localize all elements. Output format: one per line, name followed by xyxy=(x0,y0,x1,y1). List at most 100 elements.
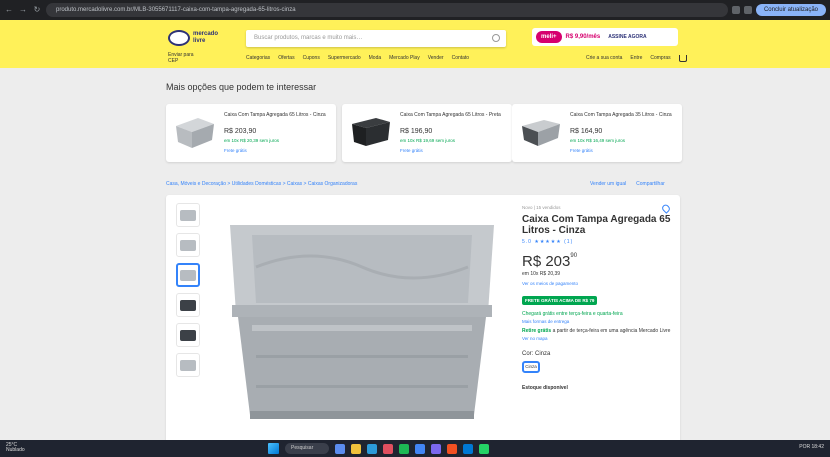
breadcrumb[interactable]: Casa, Móveis e Decoração > Utilidades Do… xyxy=(166,181,357,187)
logo[interactable]: mercado livre xyxy=(168,28,228,48)
weather-widget[interactable]: 25°C Nublado xyxy=(6,443,25,453)
office-icon[interactable] xyxy=(447,443,457,454)
thumbnail-gallery xyxy=(176,203,200,383)
price-integer: R$ 203 xyxy=(522,253,571,270)
related-shipping: Frete grátis xyxy=(570,148,593,153)
related-installments: em 10x R$ 19,69 sem juros xyxy=(400,138,456,143)
browser-toolbar: ← → ↻ produto.mercadolivre.com.br/MLB-30… xyxy=(0,0,830,20)
site-header: mercado livre Buscar produtos, marcas e … xyxy=(0,20,830,68)
address-bar[interactable]: produto.mercadolivre.com.br/MLB-30556711… xyxy=(46,3,728,17)
stock-status: Estoque disponível xyxy=(522,385,568,391)
gallery-thumb[interactable] xyxy=(176,203,200,227)
nav-vender[interactable]: Vender xyxy=(428,55,444,61)
related-title-text: Caixa Com Tampa Agregada 65 Litros - Pre… xyxy=(400,112,501,118)
product-thumbnail xyxy=(352,118,390,146)
product-panel: Novo | 15 vendidos Caixa Com Tampa Agreg… xyxy=(166,195,680,457)
gallery-thumb-selected[interactable] xyxy=(176,263,200,287)
taskbar-search[interactable]: Pesquisar xyxy=(285,443,329,454)
share-links: Vender um igual Compartilhar xyxy=(590,181,665,187)
promo-cta: ASSINE AGORA xyxy=(608,34,647,40)
logo-line1: mercado xyxy=(193,31,219,37)
color-option[interactable]: Cinza xyxy=(522,361,540,373)
system-tray[interactable]: POR 18:42 xyxy=(799,444,824,450)
taskbar: 25°C Nublado Pesquisar POR 18:42 xyxy=(0,440,830,457)
product-info: Novo | 15 vendidos Caixa Com Tampa Agreg… xyxy=(522,203,672,391)
meli-plus-banner[interactable]: meli+ R$ 9,90/mês ASSINE AGORA xyxy=(532,28,678,46)
promo-badge: meli+ xyxy=(536,31,562,43)
product-thumbnail xyxy=(522,120,560,146)
sell-similar-link[interactable]: Vender um igual xyxy=(590,181,626,187)
related-installments: em 10x R$ 16,49 sem juros xyxy=(570,138,626,143)
extension-icon[interactable] xyxy=(731,6,740,14)
price-cents: 90 xyxy=(570,253,578,259)
nav-ofertas[interactable]: Ofertas xyxy=(278,55,294,61)
search-placeholder: Buscar produtos, marcas e muito mais… xyxy=(254,35,363,41)
purchases-link[interactable]: Compras xyxy=(650,55,670,62)
chrome-icon[interactable] xyxy=(415,443,425,454)
gallery-thumb[interactable] xyxy=(176,293,200,317)
cep-selector[interactable]: Enviar para CEP xyxy=(168,52,194,64)
outlook-icon[interactable] xyxy=(463,443,473,454)
product-price: R$ 20390 xyxy=(522,253,672,270)
teams-icon[interactable] xyxy=(431,443,441,454)
category-nav: Categorias Ofertas Cupons Supermercado M… xyxy=(246,55,469,61)
login-link[interactable]: Entre xyxy=(630,55,642,62)
free-shipping-text: Chegará grátis entre terça-feira e quart… xyxy=(522,311,623,317)
nav-moda[interactable]: Moda xyxy=(369,55,382,61)
gallery-thumb[interactable] xyxy=(176,233,200,257)
forward-icon[interactable]: → xyxy=(18,5,28,15)
windows-start-icon[interactable] xyxy=(268,443,279,454)
spotify-icon[interactable] xyxy=(399,443,409,454)
pickup-detail: a partir de terça-feira em uma agência M… xyxy=(551,328,671,334)
search-input[interactable]: Buscar produtos, marcas e muito mais… xyxy=(246,30,506,47)
file-explorer-icon[interactable] xyxy=(351,443,361,454)
product-rating[interactable]: 5.0 ★★★★★ (1) xyxy=(522,239,672,245)
reload-icon[interactable]: ↻ xyxy=(32,5,42,15)
nav-cupons[interactable]: Cupons xyxy=(303,55,320,61)
product-condition: Novo | 15 vendidos xyxy=(522,205,561,210)
promo-price: R$ 9,90/mês xyxy=(565,34,601,40)
pickup-label: Retire grátis xyxy=(522,328,552,334)
share-link[interactable]: Compartilhar xyxy=(636,181,665,187)
logo-line2: livre xyxy=(193,38,206,44)
weather-desc: Nublado xyxy=(6,447,25,453)
related-price: R$ 203,90 xyxy=(224,128,257,135)
user-nav: Crie a sua conta Entre Compras xyxy=(586,55,687,62)
cart-icon[interactable] xyxy=(678,55,687,62)
task-view-icon[interactable] xyxy=(335,443,345,454)
shipping-badge: FRETE GRÁTIS ACIMA DE R$ 79 xyxy=(522,296,598,305)
back-icon[interactable]: ← xyxy=(4,5,14,15)
edge-icon[interactable] xyxy=(367,443,377,454)
nav-contato[interactable]: Contato xyxy=(452,55,470,61)
gallery-thumb[interactable] xyxy=(176,353,200,377)
map-link[interactable]: Ver no mapa xyxy=(522,336,672,341)
related-card[interactable]: Caixa Com Tampa Agregada 65 Litros - Pre… xyxy=(342,104,512,162)
product-title: Caixa Com Tampa Agregada 65 Litros - Cin… xyxy=(522,214,671,236)
payment-methods-link[interactable]: Ver os meios de pagamento xyxy=(522,281,672,286)
related-installments: em 10x R$ 20,39 sem juros xyxy=(224,138,280,143)
related-price: R$ 196,90 xyxy=(400,128,433,135)
nav-categorias[interactable]: Categorias xyxy=(246,55,270,61)
color-label: Cor: Cinza xyxy=(522,351,551,357)
product-installments: em 10x R$ 20,39 xyxy=(522,271,561,277)
nav-supermercado[interactable]: Supermercado xyxy=(328,55,361,61)
related-card[interactable]: Caixa Com Tampa Agregada 35 Litros - Cin… xyxy=(512,104,682,162)
shipping-options-link[interactable]: Mais formas de entrega xyxy=(522,319,672,324)
store-icon[interactable] xyxy=(383,443,393,454)
gallery-thumb[interactable] xyxy=(176,323,200,347)
related-price: R$ 164,90 xyxy=(570,128,603,135)
nav-mercado-play[interactable]: Mercado Play xyxy=(389,55,420,61)
related-shipping: Frete grátis xyxy=(400,148,423,153)
taskbar-apps: Pesquisar xyxy=(268,443,489,454)
create-account-link[interactable]: Crie a sua conta xyxy=(586,55,622,62)
profile-icon[interactable] xyxy=(743,6,752,14)
related-card[interactable]: Caixa Com Tampa Agregada 65 Litros - Cin… xyxy=(166,104,336,162)
search-icon[interactable] xyxy=(492,34,500,42)
product-main-image[interactable] xyxy=(212,205,512,435)
cep-value: CEP xyxy=(168,58,179,64)
update-button[interactable]: Concluir atualização xyxy=(755,4,826,16)
related-title-text: Caixa Com Tampa Agregada 65 Litros - Cin… xyxy=(224,112,326,118)
related-title-text: Caixa Com Tampa Agregada 35 Litros - Cin… xyxy=(570,112,672,118)
whatsapp-icon[interactable] xyxy=(479,443,489,454)
product-thumbnail xyxy=(176,118,214,148)
